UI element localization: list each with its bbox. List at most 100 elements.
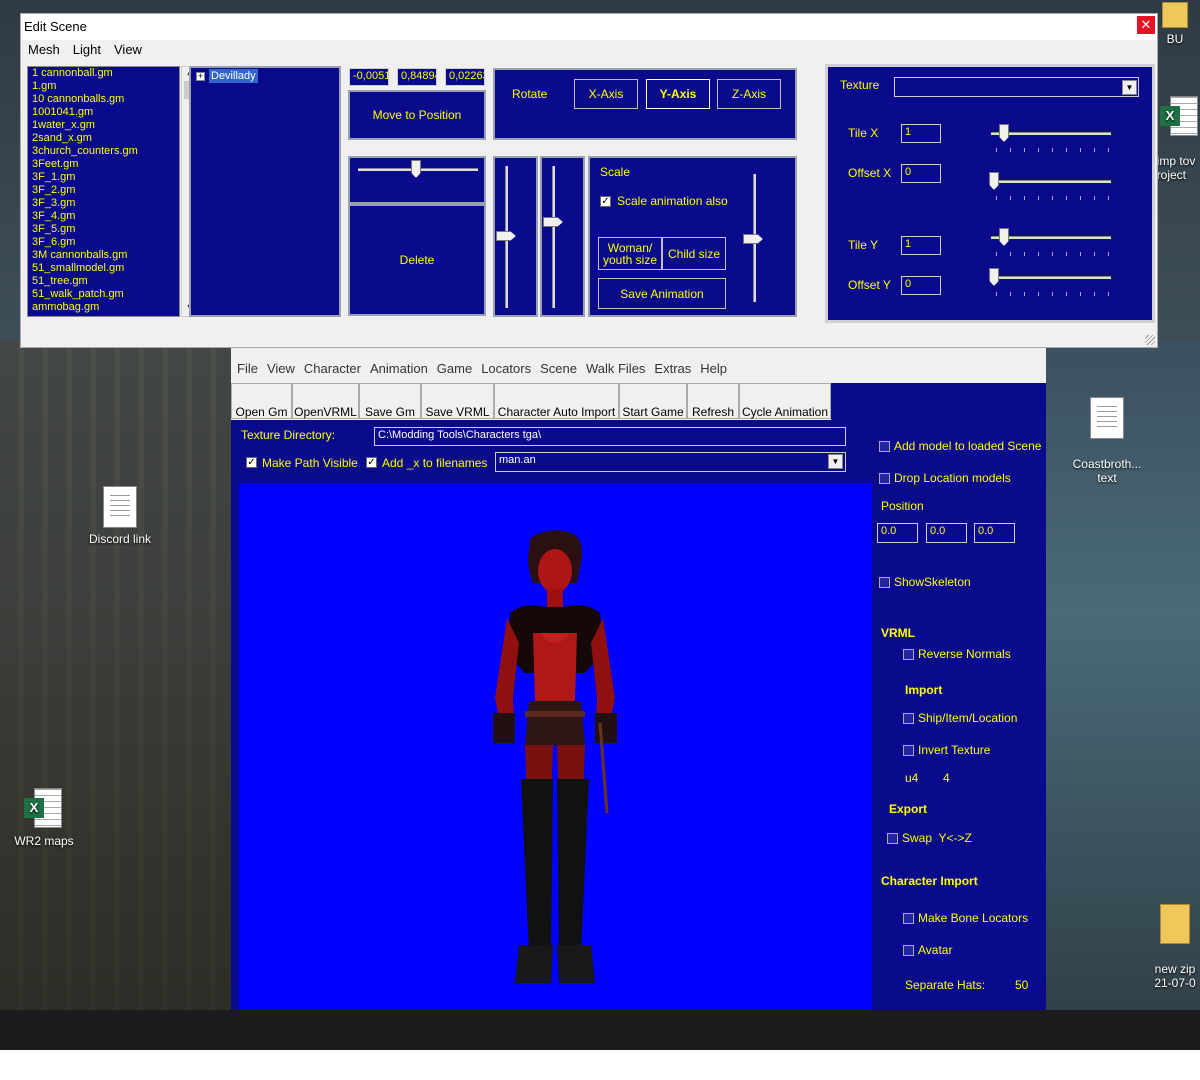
- desktop-icon-discord[interactable]: Discord link: [70, 486, 170, 546]
- show-skeleton-checkbox[interactable]: [879, 577, 890, 588]
- coord-y-field[interactable]: 0,84894: [397, 68, 437, 86]
- desktop-wallpaper-left: [0, 340, 240, 1020]
- slider-thumb[interactable]: [999, 228, 1009, 246]
- list-item[interactable]: 51_walk_patch.gm: [32, 288, 179, 301]
- chevron-down-icon[interactable]: ▼: [1122, 80, 1137, 95]
- list-item[interactable]: 3F_1.gm: [32, 171, 179, 184]
- chevron-down-icon[interactable]: ▼: [828, 454, 843, 469]
- texture-directory-field[interactable]: C:\Modding Tools\Characters tga\: [374, 427, 846, 446]
- slider-thumb[interactable]: [989, 172, 999, 190]
- expand-icon[interactable]: +: [196, 72, 205, 81]
- list-item[interactable]: 10 cannonballs.gm: [32, 93, 179, 106]
- position-z-field[interactable]: 0.0: [974, 523, 1015, 543]
- refresh-button[interactable]: Refresh: [687, 383, 739, 419]
- list-item[interactable]: 3M cannonballs.gm: [32, 249, 179, 262]
- offset-y-field[interactable]: 0: [901, 276, 941, 295]
- list-item[interactable]: 1water_x.gm: [32, 119, 179, 132]
- tree-node-devillady[interactable]: Devillady: [209, 69, 258, 83]
- list-item[interactable]: 51_smallmodel.gm: [32, 262, 179, 275]
- add-model-checkbox[interactable]: [879, 441, 890, 452]
- slider-thumb[interactable]: [496, 231, 516, 241]
- offset-x-slider[interactable]: [991, 180, 1111, 183]
- avatar-checkbox[interactable]: [903, 945, 914, 956]
- invert-texture-checkbox[interactable]: [903, 745, 914, 756]
- offset-x-field[interactable]: 0: [901, 164, 941, 183]
- z-axis-button[interactable]: Z-Axis: [717, 79, 781, 109]
- menu-light[interactable]: Light: [66, 40, 107, 57]
- cycle-animation-button[interactable]: Cycle Animation: [739, 383, 831, 419]
- scale-animation-checkbox[interactable]: ✓: [600, 196, 611, 207]
- list-item[interactable]: 3F_5.gm: [32, 223, 179, 236]
- open-vrml-button[interactable]: OpenVRML: [292, 383, 359, 419]
- menu-character[interactable]: Character: [298, 361, 364, 376]
- position-y-field[interactable]: 0.0: [926, 523, 967, 543]
- list-item[interactable]: 1.gm: [32, 80, 179, 93]
- tile-y-slider[interactable]: [991, 236, 1111, 239]
- slider-thumb[interactable]: [543, 217, 563, 227]
- list-item[interactable]: 51_tree.gm: [32, 275, 179, 288]
- reverse-normals-checkbox[interactable]: [903, 649, 914, 660]
- start-game-button[interactable]: Start Game: [619, 383, 687, 419]
- menu-game[interactable]: Game: [431, 361, 475, 376]
- y-axis-button[interactable]: Y-Axis: [646, 79, 710, 109]
- desktop-icon-newzip[interactable]: new zip 21-07-0: [1150, 890, 1200, 990]
- menu-mesh[interactable]: Mesh: [21, 40, 66, 57]
- make-bone-locators-checkbox[interactable]: [903, 913, 914, 924]
- slider-thumb[interactable]: [989, 268, 999, 286]
- woman-youth-size-button[interactable]: Woman/ youth size: [598, 237, 662, 270]
- menu-animation[interactable]: Animation: [364, 361, 431, 376]
- scene-tree[interactable]: + Devillady: [189, 66, 341, 317]
- save-animation-button[interactable]: Save Animation: [598, 278, 726, 309]
- mesh-file-list[interactable]: 1 cannonball.gm 1.gm 10 cannonballs.gm 1…: [27, 66, 180, 317]
- 3d-viewport[interactable]: [239, 483, 872, 1010]
- list-item[interactable]: 2sand_x.gm: [32, 132, 179, 145]
- slider-thumb[interactable]: [999, 124, 1009, 142]
- list-item[interactable]: 3F_2.gm: [32, 184, 179, 197]
- menu-locators[interactable]: Locators: [475, 361, 534, 376]
- menu-help[interactable]: Help: [694, 361, 730, 376]
- move-to-position-button[interactable]: Move to Position: [348, 90, 486, 140]
- open-gm-button[interactable]: Open Gm: [231, 383, 292, 419]
- list-item[interactable]: 1 cannonball.gm: [32, 67, 179, 80]
- tile-x-field[interactable]: 1: [901, 124, 941, 143]
- vertical-slider-track[interactable]: [552, 166, 555, 308]
- save-gm-button[interactable]: Save Gm: [359, 383, 421, 419]
- menu-walk-files[interactable]: Walk Files: [580, 361, 648, 376]
- animation-file-dropdown[interactable]: man.an: [495, 452, 846, 472]
- close-icon[interactable]: ✕: [1137, 16, 1155, 34]
- menu-scene[interactable]: Scene: [534, 361, 580, 376]
- menu-view[interactable]: View: [107, 40, 148, 57]
- x-axis-button[interactable]: X-Axis: [574, 79, 638, 109]
- offset-y-slider[interactable]: [991, 276, 1111, 279]
- list-item[interactable]: 3F_3.gm: [32, 197, 179, 210]
- list-item[interactable]: ammobag.gm: [32, 301, 179, 314]
- menu-extras[interactable]: Extras: [648, 361, 694, 376]
- list-item[interactable]: 3Feet.gm: [32, 158, 179, 171]
- coord-x-field[interactable]: -0,0051: [349, 68, 389, 86]
- texture-dropdown[interactable]: [894, 77, 1139, 97]
- position-x-field[interactable]: 0.0: [877, 523, 918, 543]
- list-item[interactable]: 1001041.gm: [32, 106, 179, 119]
- coord-z-field[interactable]: 0,02263: [445, 68, 485, 86]
- drop-location-checkbox[interactable]: [879, 473, 890, 484]
- menu-file[interactable]: File: [231, 361, 261, 376]
- child-size-button[interactable]: Child size: [662, 237, 726, 270]
- desktop-icon-wr2maps[interactable]: X WR2 maps: [0, 788, 94, 848]
- menu-view[interactable]: View: [261, 361, 298, 376]
- delete-button[interactable]: Delete: [348, 204, 486, 316]
- save-vrml-button[interactable]: Save VRML: [421, 383, 494, 419]
- add-x-checkbox[interactable]: ✓: [366, 457, 377, 468]
- scale-slider-thumb[interactable]: [743, 234, 763, 244]
- resize-grip[interactable]: [1145, 335, 1155, 345]
- tile-x-slider[interactable]: [991, 132, 1111, 135]
- character-auto-import-button[interactable]: Character Auto Import: [494, 383, 619, 419]
- tile-y-field[interactable]: 1: [901, 236, 941, 255]
- ship-item-location-checkbox[interactable]: [903, 713, 914, 724]
- make-path-visible-checkbox[interactable]: ✓: [246, 457, 257, 468]
- slider-thumb[interactable]: [411, 160, 421, 178]
- list-item[interactable]: 3church_counters.gm: [32, 145, 179, 158]
- swap-yz-checkbox[interactable]: [887, 833, 898, 844]
- list-item[interactable]: 3F_4.gm: [32, 210, 179, 223]
- desktop-icon-coastbroth[interactable]: Coastbroth... text: [1057, 383, 1157, 485]
- list-item[interactable]: 3F_6.gm: [32, 236, 179, 249]
